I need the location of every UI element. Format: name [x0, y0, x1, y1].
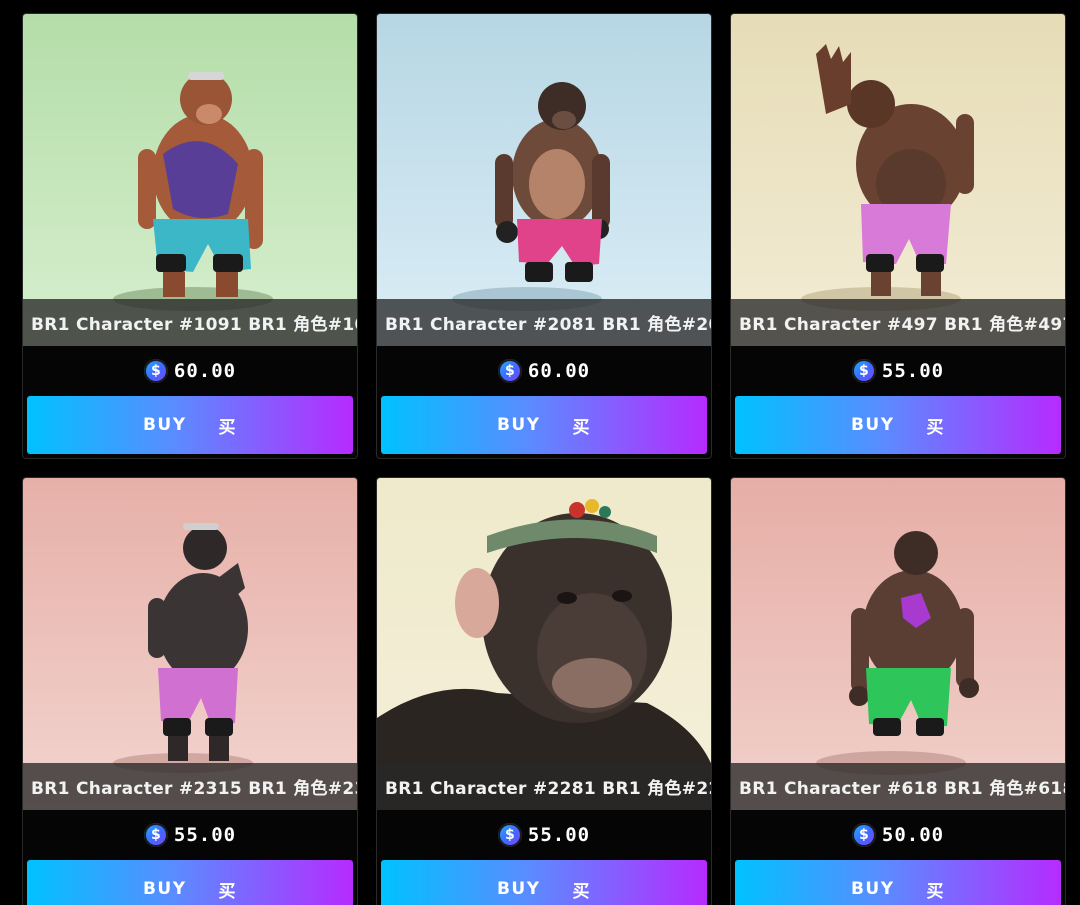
nft-card[interactable]: BR1 Character #497 BR1 角色#497 $ 55.00 BU…	[730, 13, 1066, 459]
buy-button[interactable]: BUY 买	[381, 396, 707, 454]
nft-image[interactable]: BR1 Character #2281 BR1 角色#2281	[377, 478, 711, 810]
dollar-coin-icon: $	[497, 359, 522, 383]
nft-title-bar: BR1 Character #2081 BR1 角色#2081	[377, 299, 711, 346]
nft-title-bar: BR1 Character #497 BR1 角色#497	[731, 299, 1065, 346]
buy-button[interactable]: BUY 买	[735, 396, 1061, 454]
buy-label: BUY	[142, 879, 187, 899]
buy-label-cn: 买	[572, 417, 592, 438]
price-row: $ 55.00	[731, 346, 1065, 396]
dollar-coin-icon: $	[851, 359, 876, 383]
nft-card[interactable]: BR1 Character #1091 BR1 角色#1091 $ 60.00 …	[22, 13, 358, 459]
buy-label-cn: 买	[926, 417, 946, 438]
buy-label-cn: 买	[926, 881, 946, 902]
price-value: 55.00	[527, 824, 591, 846]
buy-label: BUY	[850, 879, 895, 899]
nft-image[interactable]: BR1 Character #1091 BR1 角色#1091	[23, 14, 357, 346]
nft-card[interactable]: BR1 Character #2315 BR1 角色#2315 $ 55.00 …	[22, 477, 358, 905]
buy-label-cn: 买	[218, 881, 238, 902]
price-value: 50.00	[881, 824, 945, 846]
nft-title: BR1 Character #1091 BR1 角色#1091	[31, 315, 357, 335]
buy-label-cn: 买	[572, 881, 592, 902]
dollar-coin-icon: $	[851, 823, 876, 847]
nft-title: BR1 Character #2281 BR1 角色#2281	[385, 779, 711, 799]
price-row: $ 55.00	[377, 810, 711, 860]
buy-button[interactable]: BUY 买	[27, 860, 353, 905]
nft-title: BR1 Character #2315 BR1 角色#2315	[31, 779, 357, 799]
buy-label-cn: 买	[218, 417, 238, 438]
price-row: $ 60.00	[23, 346, 357, 396]
price-value: 60.00	[173, 360, 237, 382]
dollar-coin-icon: $	[143, 823, 168, 847]
price-value: 55.00	[881, 360, 945, 382]
nft-title: BR1 Character #497 BR1 角色#497	[739, 315, 1065, 335]
price-row: $ 60.00	[377, 346, 711, 396]
buy-button[interactable]: BUY 买	[381, 860, 707, 905]
nft-title-bar: BR1 Character #2281 BR1 角色#2281	[377, 763, 711, 810]
nft-image[interactable]: BR1 Character #618 BR1 角色#618	[731, 478, 1065, 810]
buy-button[interactable]: BUY 买	[735, 860, 1061, 905]
nft-title: BR1 Character #618 BR1 角色#618	[739, 779, 1065, 799]
nft-title-bar: BR1 Character #2315 BR1 角色#2315	[23, 763, 357, 810]
nft-card[interactable]: BR1 Character #2081 BR1 角色#2081 $ 60.00 …	[376, 13, 712, 459]
price-value: 55.00	[173, 824, 237, 846]
nft-title: BR1 Character #2081 BR1 角色#2081	[385, 315, 711, 335]
buy-label: BUY	[850, 415, 895, 435]
nft-image[interactable]: BR1 Character #2081 BR1 角色#2081	[377, 14, 711, 346]
nft-image[interactable]: BR1 Character #497 BR1 角色#497	[731, 14, 1065, 346]
dollar-coin-icon: $	[497, 823, 522, 847]
dollar-coin-icon: $	[143, 359, 168, 383]
price-value: 60.00	[527, 360, 591, 382]
nft-title-bar: BR1 Character #618 BR1 角色#618	[731, 763, 1065, 810]
nft-title-bar: BR1 Character #1091 BR1 角色#1091	[23, 299, 357, 346]
price-row: $ 55.00	[23, 810, 357, 860]
nft-image[interactable]: BR1 Character #2315 BR1 角色#2315	[23, 478, 357, 810]
buy-label: BUY	[142, 415, 187, 435]
buy-label: BUY	[496, 415, 541, 435]
buy-label: BUY	[496, 879, 541, 899]
buy-button[interactable]: BUY 买	[27, 396, 353, 454]
price-row: $ 50.00	[731, 810, 1065, 860]
nft-card[interactable]: BR1 Character #618 BR1 角色#618 $ 50.00 BU…	[730, 477, 1066, 905]
nft-card[interactable]: BR1 Character #2281 BR1 角色#2281 $ 55.00 …	[376, 477, 712, 905]
nft-grid: BR1 Character #1091 BR1 角色#1091 $ 60.00 …	[0, 0, 1080, 905]
